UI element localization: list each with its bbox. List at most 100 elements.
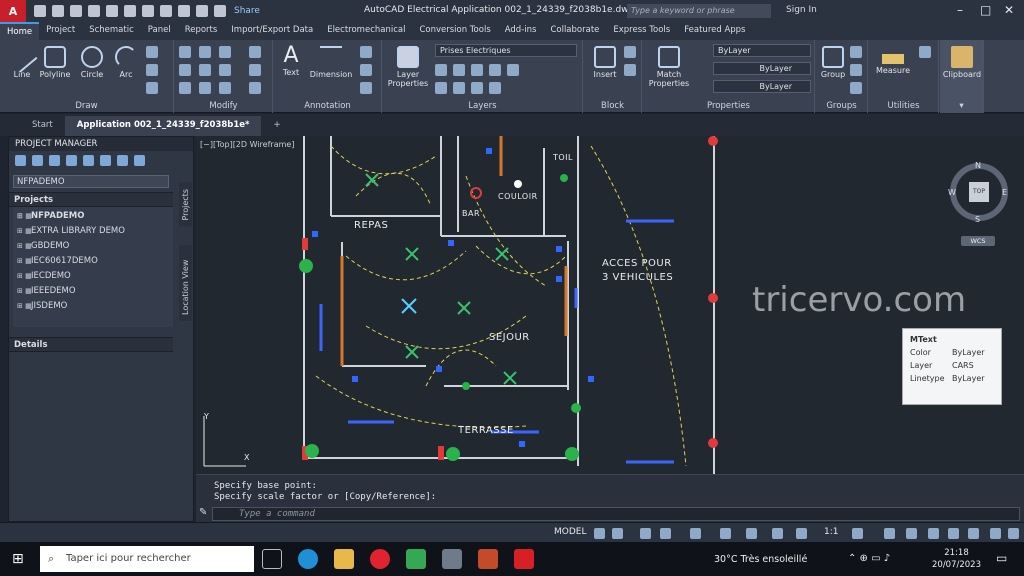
tab-schematic[interactable]: Schematic bbox=[82, 22, 141, 40]
task-list-icon[interactable] bbox=[100, 155, 111, 166]
model-space-button[interactable]: MODEL bbox=[554, 527, 586, 537]
autocad-logo-icon[interactable]: A bbox=[0, 0, 26, 22]
tab-project[interactable]: Project bbox=[39, 22, 82, 40]
layer-merge-icon[interactable] bbox=[489, 82, 501, 94]
list-item[interactable]: IEC60617DEMO bbox=[17, 254, 169, 269]
ungroup-icon[interactable] bbox=[850, 46, 862, 58]
list-item[interactable]: IEEEDEMO bbox=[17, 284, 169, 299]
hatch-icon[interactable] bbox=[146, 64, 158, 76]
layer-isolate-icon[interactable] bbox=[471, 64, 483, 76]
menu-icon[interactable] bbox=[1008, 528, 1019, 539]
tab-electromechanical[interactable]: Electromechanical bbox=[320, 22, 412, 40]
scale-button[interactable]: 1:1 bbox=[824, 527, 838, 537]
tab-home[interactable]: Home bbox=[0, 22, 40, 40]
save-icon[interactable] bbox=[70, 5, 82, 17]
stretch-icon[interactable] bbox=[179, 82, 191, 94]
system-tray-icons[interactable]: ⌃ ⊕ ▭ ♪ bbox=[848, 553, 890, 564]
layer-freeze-icon[interactable] bbox=[489, 64, 501, 76]
layer-walk-icon[interactable] bbox=[471, 82, 483, 94]
search-input[interactable]: Type a keyword or phrase bbox=[627, 4, 771, 18]
close-icon[interactable]: ✕ bbox=[1004, 3, 1014, 17]
rotate-icon[interactable] bbox=[199, 46, 211, 58]
move-icon[interactable] bbox=[179, 46, 191, 58]
snap-icon[interactable] bbox=[612, 528, 623, 539]
task-view-icon[interactable] bbox=[262, 549, 282, 569]
share-button[interactable]: Share bbox=[234, 6, 260, 16]
list-item[interactable]: JISDEMO bbox=[17, 299, 169, 314]
publish-icon[interactable] bbox=[117, 155, 128, 166]
list-item[interactable]: NFPADEMO bbox=[17, 209, 169, 224]
draw-panel-label[interactable]: Draw bbox=[0, 101, 173, 111]
tab-express-tools[interactable]: Express Tools bbox=[606, 22, 677, 40]
details-section-header[interactable]: Details bbox=[9, 337, 173, 352]
layer-lock-icon[interactable] bbox=[507, 64, 519, 76]
polyline-button[interactable]: Polyline bbox=[38, 46, 72, 79]
isodraft-icon[interactable] bbox=[690, 528, 701, 539]
weather-widget[interactable]: 30°C Très ensoleillé bbox=[714, 554, 807, 565]
customization-icon[interactable] bbox=[990, 528, 1001, 539]
compass-n[interactable]: N bbox=[975, 161, 981, 170]
mtext-icon[interactable] bbox=[360, 82, 372, 94]
undo-icon[interactable] bbox=[142, 5, 154, 17]
modify-panel-label[interactable]: Modify bbox=[175, 101, 272, 111]
dimension-button[interactable]: Dimension bbox=[308, 46, 354, 79]
plus-icon[interactable] bbox=[884, 528, 895, 539]
list-item[interactable]: IECDEMO bbox=[17, 269, 169, 284]
text-button[interactable]: A Text bbox=[278, 44, 304, 78]
graphics-icon[interactable] bbox=[906, 528, 917, 539]
layer-previous-icon[interactable] bbox=[453, 82, 465, 94]
block-panel-label[interactable]: Block bbox=[584, 101, 641, 111]
new-drawing-icon[interactable] bbox=[83, 155, 94, 166]
settings-gear-icon[interactable] bbox=[852, 528, 863, 539]
osnap-icon[interactable] bbox=[720, 528, 731, 539]
projects-side-tab[interactable]: Projects bbox=[179, 183, 192, 227]
annotation-panel-label[interactable]: Annotation bbox=[274, 101, 381, 111]
create-block-icon[interactable] bbox=[624, 46, 636, 58]
new-icon[interactable] bbox=[34, 5, 46, 17]
maximize-icon[interactable]: □ bbox=[980, 3, 991, 17]
print-icon[interactable] bbox=[178, 5, 190, 17]
camtasia-icon[interactable] bbox=[406, 549, 426, 569]
erase-icon[interactable] bbox=[249, 46, 261, 58]
minimize-icon[interactable]: – bbox=[957, 3, 963, 17]
grid-icon[interactable] bbox=[594, 528, 605, 539]
isolate-objects-icon[interactable] bbox=[928, 528, 939, 539]
edit-block-icon[interactable] bbox=[624, 64, 636, 76]
refresh-icon[interactable] bbox=[49, 155, 60, 166]
layer-match-icon[interactable] bbox=[435, 82, 447, 94]
compass-e[interactable]: E bbox=[1002, 188, 1007, 197]
circle-button[interactable]: Circle bbox=[78, 46, 106, 79]
winrar-icon[interactable] bbox=[478, 549, 498, 569]
ortho-icon[interactable] bbox=[640, 528, 651, 539]
rectangle-icon[interactable] bbox=[146, 46, 158, 58]
redo-icon[interactable] bbox=[160, 5, 172, 17]
taskbar-search[interactable]: ⌕ Taper ici pour rechercher bbox=[40, 546, 254, 572]
polar-icon[interactable] bbox=[660, 528, 671, 539]
compass-s[interactable]: S bbox=[975, 215, 980, 224]
tab-reports[interactable]: Reports bbox=[178, 22, 225, 40]
calculator-icon[interactable] bbox=[919, 46, 931, 58]
layer-properties-button[interactable]: Layer Properties bbox=[387, 46, 429, 88]
plot-icon[interactable] bbox=[134, 155, 145, 166]
clipboard-expand-icon[interactable]: ▾ bbox=[940, 101, 983, 111]
project-select[interactable]: NFPADEMO bbox=[13, 175, 169, 188]
match-properties-button[interactable]: Match Properties bbox=[647, 46, 691, 88]
annotation-visibility-icon[interactable] bbox=[796, 528, 807, 539]
file-explorer-icon[interactable] bbox=[334, 549, 354, 569]
compass-w[interactable]: W bbox=[948, 188, 956, 197]
new-project-icon[interactable] bbox=[32, 155, 43, 166]
color-dropdown[interactable]: ByLayer bbox=[713, 44, 811, 57]
web-open-icon[interactable] bbox=[106, 5, 118, 17]
windows-start-icon[interactable]: ⊞ bbox=[12, 551, 24, 567]
linetype-dropdown[interactable]: ByLayer bbox=[713, 62, 811, 75]
layer-off-icon[interactable] bbox=[453, 64, 465, 76]
clipboard-button[interactable]: Clipboard bbox=[942, 46, 982, 79]
line-button[interactable]: Line bbox=[6, 41, 38, 79]
clean-screen-icon[interactable] bbox=[968, 528, 979, 539]
properties-panel-label[interactable]: Properties bbox=[643, 101, 814, 111]
tab-panel[interactable]: Panel bbox=[141, 22, 178, 40]
fillet-icon[interactable] bbox=[219, 64, 231, 76]
calculator-app-icon[interactable] bbox=[442, 549, 462, 569]
arc-button[interactable]: Arc bbox=[112, 46, 140, 79]
forward-arrow-icon[interactable] bbox=[214, 5, 226, 17]
